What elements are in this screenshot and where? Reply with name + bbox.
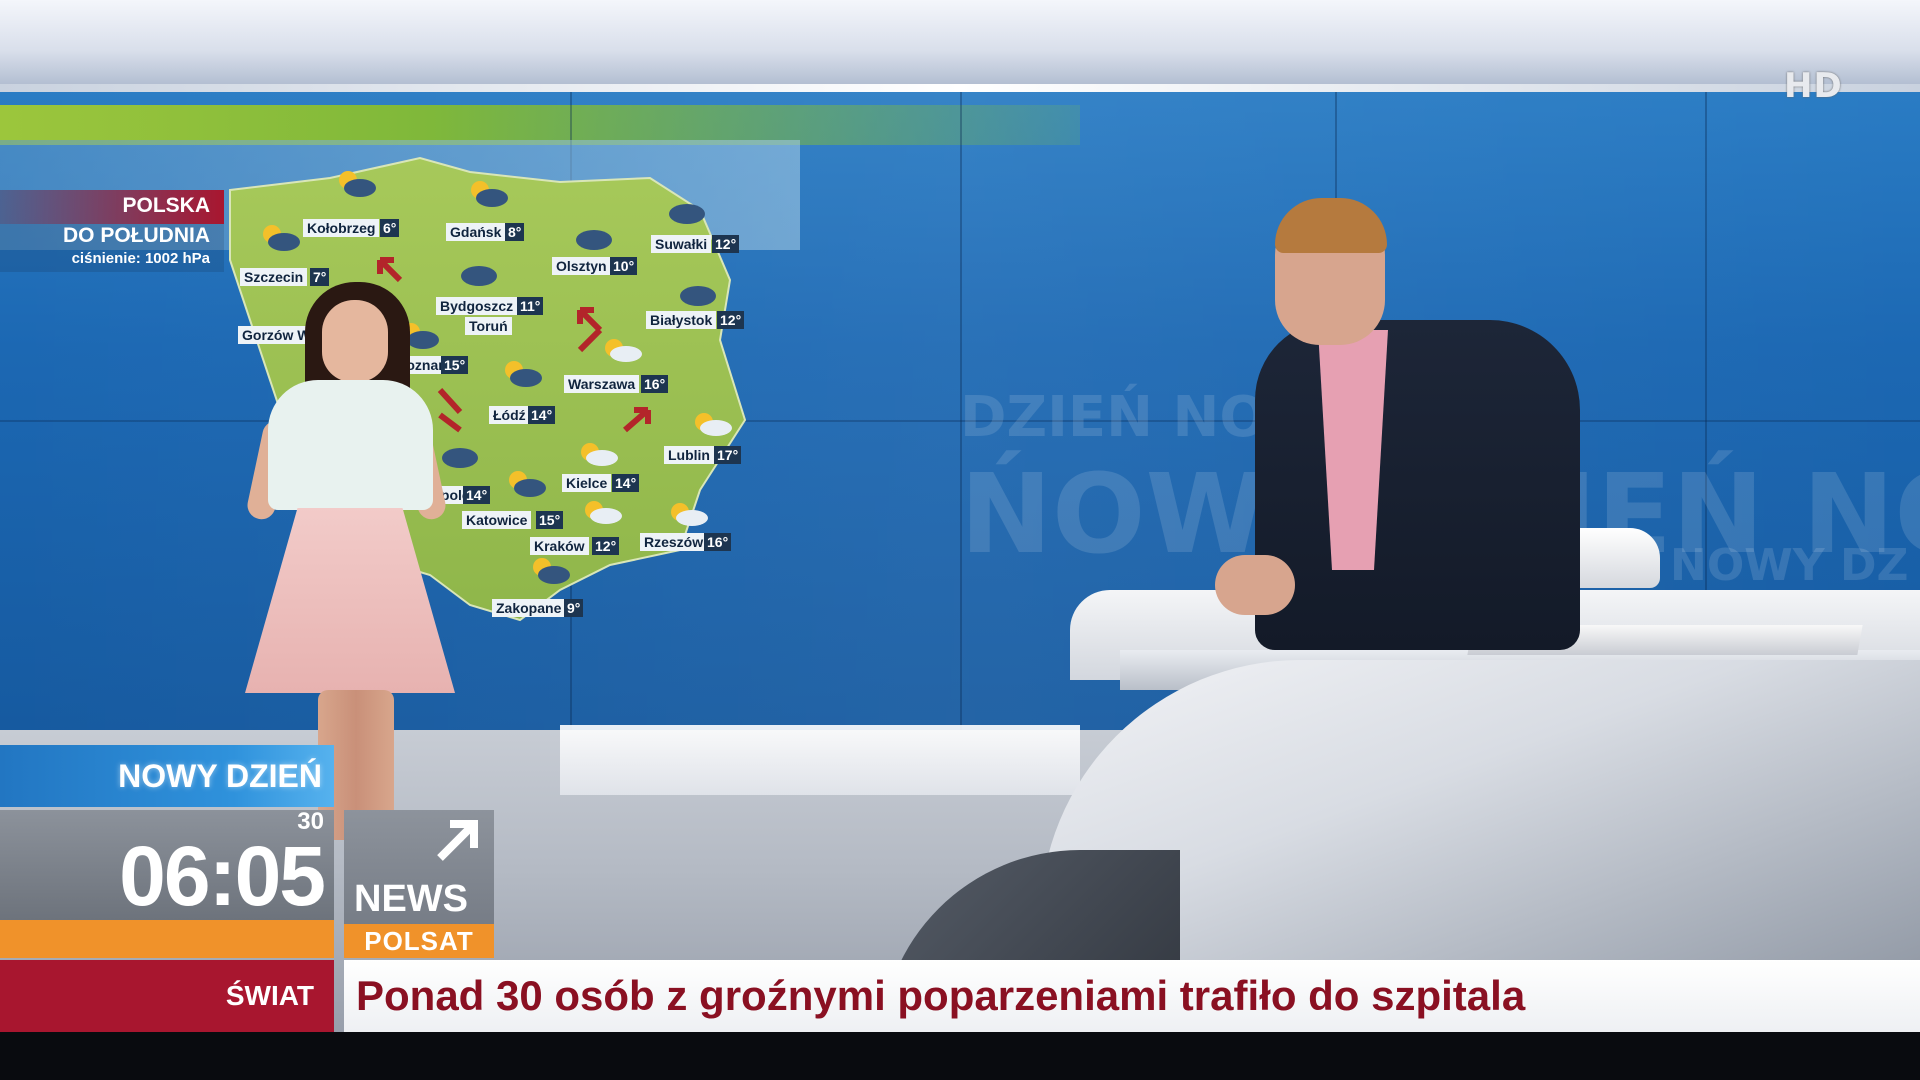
tv-broadcast-frame: DZIEŃ NOWY D ŃOWY DZIEŃ NO NOWY DZ [0,0,1920,1080]
city-label: Olsztyn [552,257,611,275]
show-name-banner: NOWY DZIEŃ [0,745,334,807]
map-forecast-period: DO POŁUDNIA [63,224,210,247]
sun-rain-icon [605,339,642,362]
cloud-icon [680,286,716,306]
city-temp: 15° [441,356,469,374]
letterbox-bottom [0,1032,1920,1080]
city-label: Toruń [465,317,512,335]
anchor-hands [1215,555,1295,615]
headline-category: ŚWIAT [0,960,334,1032]
clock-box: 30 06:05 [0,808,334,923]
city-label: Szczecin [240,268,308,286]
city-temp: 17° [714,446,742,464]
city-label: Lublin [664,446,714,464]
city-temp: 11° [517,297,544,315]
city-label: Rzeszów [640,533,708,551]
city-temp: 7° [310,268,330,286]
map-region-title: POLSKA [122,194,210,217]
city-label: Suwałki [651,235,712,253]
city-temp: 8° [505,223,525,241]
clock-time: 06:05 [119,829,326,923]
city-label: Katowice [462,511,532,529]
hd-badge: HD [1784,66,1843,106]
city-label: Gdańsk [446,223,506,241]
city-label: Zakopane [492,599,566,617]
cloud-icon [576,230,612,250]
headline-text: Ponad 30 osób z groźnymi poparzeniami tr… [344,960,1920,1032]
city-label: Gorzów W [238,326,315,344]
sun-rain-icon [585,501,622,524]
weather-presenter-top [268,380,433,510]
city-temp: 15° [536,511,564,529]
sun-cloud-icon [533,558,570,584]
city-temp: 9° [564,599,584,617]
city-label: Kraków [530,537,589,555]
sun-rain-icon [581,443,618,466]
city-label: Bydgoszcz [436,297,518,315]
sun-cloud-icon [471,181,508,207]
sun-cloud-icon [339,171,376,197]
city-temp: 6° [380,219,400,237]
sun-cloud-icon [505,361,542,387]
city-label: Białystok [646,311,717,329]
city-temp: 12° [712,235,740,253]
cloud-icon [461,266,497,286]
city-temp: 14° [463,486,491,504]
sun-rain-icon [695,413,732,436]
weather-presenter-face [322,300,388,382]
ceiling-light-strip [0,84,1920,92]
anchor-jacket [1255,320,1580,650]
city-label: Łódź [489,406,530,424]
channel-logo: NEWS POLSAT [344,810,494,958]
studio-ceiling [0,0,1920,92]
city-temp: 12° [592,537,620,555]
sun-rain-icon [671,503,708,526]
city-label: Warszawa [564,375,640,393]
wall-watermark: NOWY DZ [1670,540,1909,591]
channel-name: NEWS [354,878,468,920]
city-temp: 14° [528,406,556,424]
city-temp: 16° [641,375,669,393]
city-label: Kielce [562,474,612,492]
city-temp: 14° [612,474,640,492]
cloud-icon [442,448,478,468]
city-label: Kołobrzeg [303,219,380,237]
map-pressure: ciśnienie: 1002 hPa [71,250,210,267]
sun-cloud-icon [263,225,300,251]
city-temp: 16° [704,533,732,551]
clock-accent-bar [0,920,334,958]
map-header: POLSKA DO POŁUDNIA ciśnienie: 1002 hPa [0,190,224,272]
floor-light-panel [560,725,1080,795]
cloud-icon [669,204,705,224]
sun-cloud-icon [509,471,546,497]
city-temp: 12° [717,311,745,329]
news-arrow-icon [437,820,478,861]
channel-brand: POLSAT [344,924,494,958]
city-temp: 10° [610,257,638,275]
